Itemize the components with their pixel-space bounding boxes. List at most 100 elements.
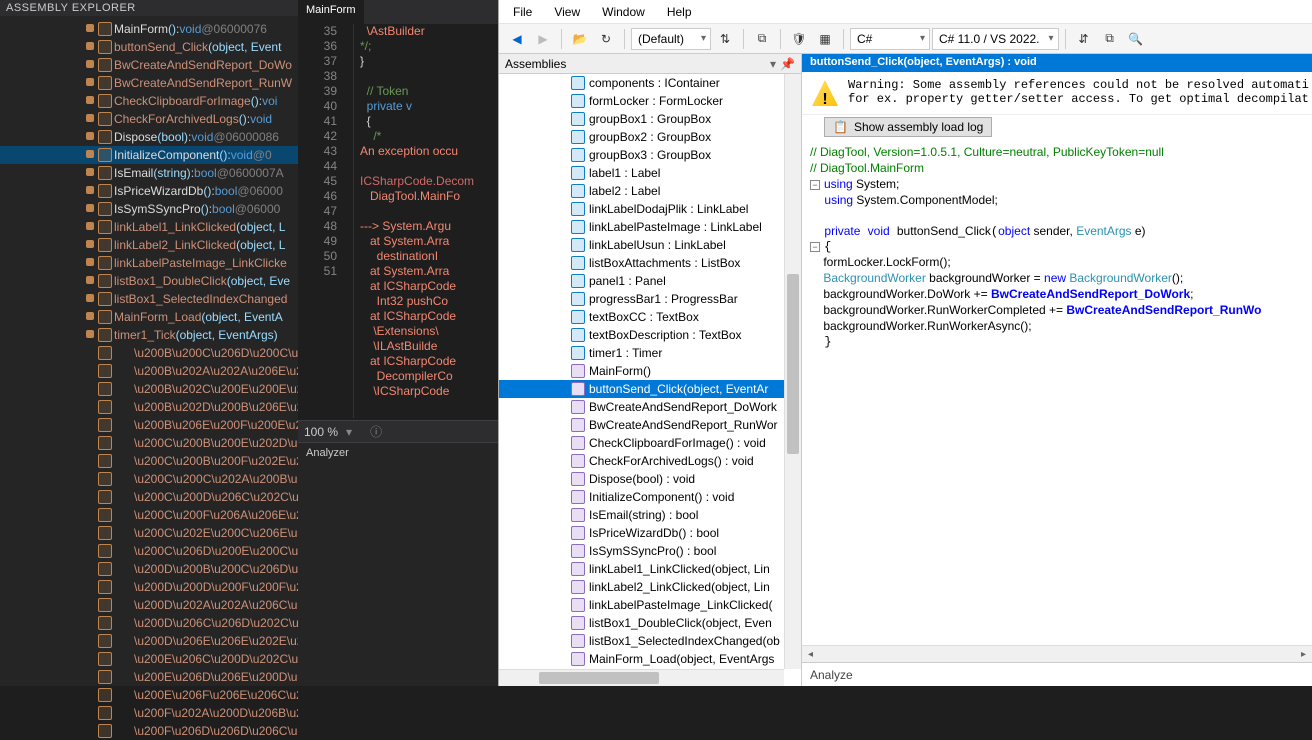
privacy-icon[interactable]: 🛡 [787, 27, 811, 51]
tree-item-obfuscated[interactable]: \u200D\u202A\u202A\u206C\u2 [0, 596, 298, 614]
tree-item-obfuscated[interactable]: \u200C\u202E\u200C\u206E\u2 [0, 524, 298, 542]
tree-item-obfuscated[interactable]: \u200B\u202A\u202A\u206E\u2 [0, 362, 298, 380]
tree-item[interactable]: IsPriceWizardDb() : bool @06000 [0, 182, 298, 200]
menu-view[interactable]: View [544, 1, 590, 23]
tree-item-obfuscated[interactable]: \u200D\u200B\u200C\u206D\u2 [0, 560, 298, 578]
tree-item[interactable]: MainForm_Load(object, EventA [0, 308, 298, 326]
back-button[interactable]: ◀ [505, 27, 529, 51]
analyze-header[interactable]: Analyze [802, 662, 1312, 686]
tree-item[interactable]: linkLabel1_LinkClicked(object, L [0, 218, 298, 236]
method-item[interactable]: BwCreateAndSendReport_RunWor [499, 416, 801, 434]
field-item[interactable]: textBoxDescription : TextBox [499, 326, 801, 344]
tree-item-obfuscated[interactable]: \u200B\u202C\u200E\u200E\u20 [0, 380, 298, 398]
tree-item[interactable]: InitializeComponent() : void @0 [0, 146, 298, 164]
field-item[interactable]: textBoxCC : TextBox [499, 308, 801, 326]
field-item[interactable]: groupBox3 : GroupBox [499, 146, 801, 164]
source-code[interactable]: // DiagTool, Version=1.0.5.1, Culture=ne… [802, 143, 1312, 645]
method-item[interactable]: MainForm() [499, 362, 801, 380]
tree-item[interactable]: listBox1_SelectedIndexChanged [0, 290, 298, 308]
tree-item-obfuscated[interactable]: \u200C\u200C\u202A\u200B\u2 [0, 470, 298, 488]
field-item[interactable]: label2 : Label [499, 182, 801, 200]
copy-icon[interactable]: ⧉ [750, 27, 774, 51]
pin-icon[interactable]: 📌 [780, 57, 795, 71]
dark-tab[interactable]: MainForm [298, 0, 364, 24]
method-item[interactable]: InitializeComponent() : void [499, 488, 801, 506]
method-item[interactable]: Dispose(bool) : void [499, 470, 801, 488]
field-item[interactable]: panel1 : Panel [499, 272, 801, 290]
method-item[interactable]: buttonSend_Click(object, EventAr [499, 380, 801, 398]
vertical-scrollbar[interactable] [784, 74, 801, 669]
menu-help[interactable]: Help [657, 1, 702, 23]
field-item[interactable]: groupBox2 : GroupBox [499, 128, 801, 146]
method-item[interactable]: IsSymSSyncPro() : bool [499, 542, 801, 560]
tree-item[interactable]: BwCreateAndSendReport_DoWo [0, 56, 298, 74]
tree-item-obfuscated[interactable]: \u200F\u202A\u200D\u206B\u2 [0, 704, 298, 722]
tree-item-obfuscated[interactable]: \u200E\u206F\u206E\u206C\u2 [0, 686, 298, 704]
tree-item-obfuscated[interactable]: \u200E\u206D\u206E\u200D\u2 [0, 668, 298, 686]
scrollbar-thumb[interactable] [539, 672, 659, 684]
open-icon[interactable]: 📂 [568, 27, 592, 51]
tree-item-obfuscated[interactable]: \u200D\u200D\u200F\u200F\u2 [0, 578, 298, 596]
tree-item[interactable]: MainForm() : void @06000076 [0, 20, 298, 38]
tree-item-obfuscated[interactable]: \u200C\u200B\u200F\u202E\u2 [0, 452, 298, 470]
tree-item-obfuscated[interactable]: \u200F\u206D\u206D\u206C\u2 [0, 722, 298, 740]
method-item[interactable]: linkLabel1_LinkClicked(object, Lin [499, 560, 801, 578]
tree-item[interactable]: linkLabelPasteImage_LinkClicke [0, 254, 298, 272]
assembly-list-select[interactable]: (Default) [631, 28, 711, 50]
tree-item[interactable]: buttonSend_Click(object, Event [0, 38, 298, 56]
tree-item-obfuscated[interactable]: \u200D\u206E\u206E\u202E\u2 [0, 632, 298, 650]
menu-file[interactable]: File [503, 1, 542, 23]
method-item[interactable]: linkLabelPasteImage_LinkClicked( [499, 596, 801, 614]
sort-icon[interactable]: ⇅ [713, 27, 737, 51]
method-item[interactable]: CheckClipboardForImage() : void [499, 434, 801, 452]
tree-item-obfuscated[interactable]: \u200B\u202D\u200B\u206E\u2 [0, 398, 298, 416]
horizontal-scrollbar[interactable] [499, 669, 784, 686]
method-item[interactable]: MainForm_Load(object, EventArgs [499, 650, 801, 668]
version-select[interactable]: C# 11.0 / VS 2022. [932, 28, 1059, 50]
tree-item-obfuscated[interactable]: \u200D\u206C\u206D\u202C\u2 [0, 614, 298, 632]
search-icon[interactable]: 🔍 [1124, 27, 1148, 51]
assemblies-tree[interactable]: components : IContainerformLocker : Form… [499, 74, 801, 686]
refresh-icon[interactable]: ↻ [594, 27, 618, 51]
tree-item[interactable]: Dispose(bool) : void @06000086 [0, 128, 298, 146]
field-item[interactable]: listBoxAttachments : ListBox [499, 254, 801, 272]
tree-item-obfuscated[interactable]: \u200C\u200F\u206A\u206E\u2 [0, 506, 298, 524]
scroll-right-icon[interactable]: ▸ [1295, 646, 1312, 662]
tree-item[interactable]: IsEmail(string) : bool @0600007A [0, 164, 298, 182]
chevron-down-icon[interactable]: ▾ [346, 425, 352, 439]
field-item[interactable]: formLocker : FormLocker [499, 92, 801, 110]
method-item[interactable]: listBox1_DoubleClick(object, Even [499, 614, 801, 632]
field-item[interactable]: linkLabelPasteImage : LinkLabel [499, 218, 801, 236]
grid-icon[interactable]: ▦ [813, 27, 837, 51]
field-item[interactable]: timer1 : Timer [499, 344, 801, 362]
tree-item[interactable]: BwCreateAndSendReport_RunW [0, 74, 298, 92]
scrollbar-thumb[interactable] [787, 274, 799, 454]
tree-item-obfuscated[interactable]: \u200B\u200C\u206D\u200C\u206E [0, 344, 298, 362]
method-item[interactable]: CheckForArchivedLogs() : void [499, 452, 801, 470]
tree-item-obfuscated[interactable]: \u200C\u206D\u200E\u200C\u2 [0, 542, 298, 560]
assembly-explorer-tree[interactable]: MainForm() : void @06000076buttonSend_Cl… [0, 16, 298, 740]
show-log-button[interactable]: 📋Show assembly load log [824, 117, 992, 137]
tree-item[interactable]: listBox1_DoubleClick(object, Eve [0, 272, 298, 290]
method-item[interactable]: linkLabel2_LinkClicked(object, Lin [499, 578, 801, 596]
field-item[interactable]: linkLabelUsun : LinkLabel [499, 236, 801, 254]
fold-icon[interactable]: − [810, 242, 820, 252]
tree-item-obfuscated[interactable]: \u200E\u206C\u200D\u202C\u2 [0, 650, 298, 668]
field-item[interactable]: groupBox1 : GroupBox [499, 110, 801, 128]
code-horizontal-scrollbar[interactable]: ◂▸ [802, 645, 1312, 662]
method-item[interactable]: listBox1_SelectedIndexChanged(ob [499, 632, 801, 650]
menu-window[interactable]: Window [592, 1, 655, 23]
field-item[interactable]: linkLabelDodajPlik : LinkLabel [499, 200, 801, 218]
field-item[interactable]: components : IContainer [499, 74, 801, 92]
zoom-value[interactable]: 100 % [304, 425, 338, 439]
nav-icon[interactable]: ⇵ [1072, 27, 1096, 51]
tree-item[interactable]: CheckClipboardForImage() : voi [0, 92, 298, 110]
field-item[interactable]: label1 : Label [499, 164, 801, 182]
tree-item-obfuscated[interactable]: \u200C\u200B\u200E\u202D\u2 [0, 434, 298, 452]
code-tab[interactable]: buttonSend_Click(object, EventArgs) : vo… [802, 54, 1312, 72]
field-item[interactable]: progressBar1 : ProgressBar [499, 290, 801, 308]
dark-code[interactable]: \AstBuilder*/;} // Token private v { /*A… [354, 24, 498, 418]
forward-button[interactable]: ▶ [531, 27, 555, 51]
tree-item-obfuscated[interactable]: \u200B\u206E\u200F\u200E\u20 [0, 416, 298, 434]
method-item[interactable]: BwCreateAndSendReport_DoWork [499, 398, 801, 416]
